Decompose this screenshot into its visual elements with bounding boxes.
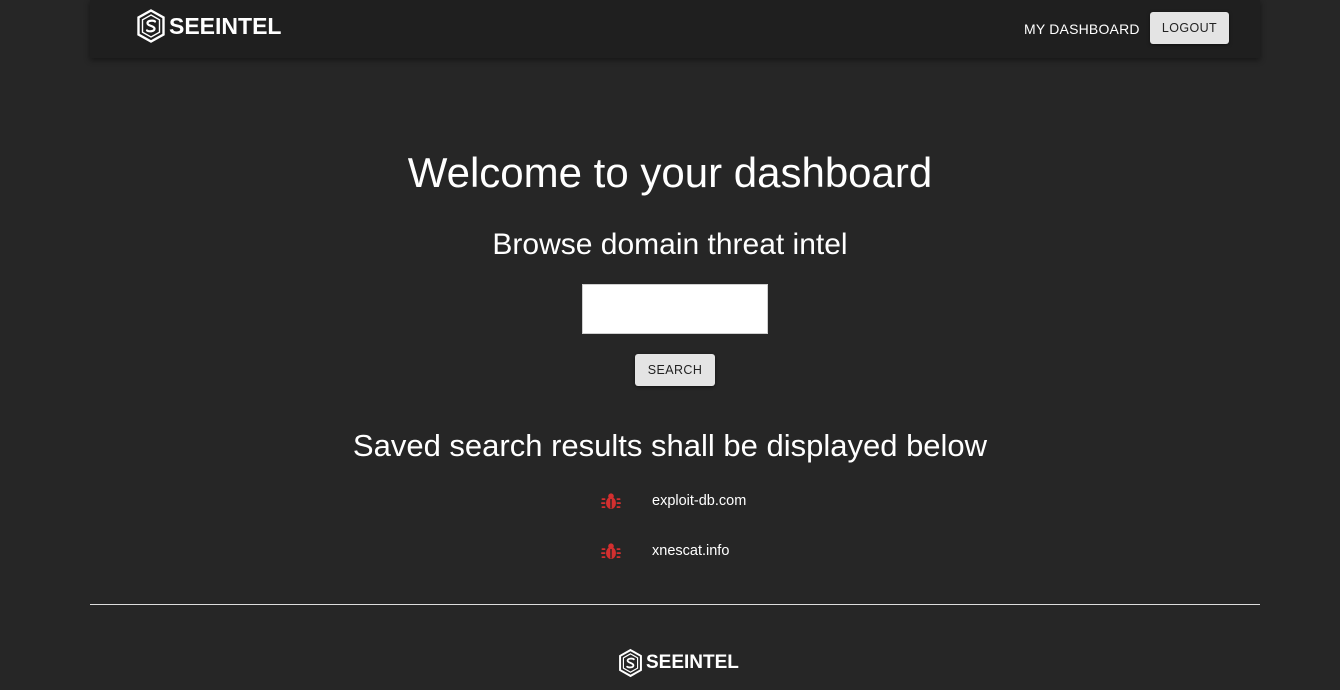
footer-brand: SEEINTEL xyxy=(618,647,739,679)
navbar: SEEINTEL MY DASHBOARD LOGOUT xyxy=(90,0,1260,58)
saved-result-item: xnescat.info xyxy=(600,538,746,564)
search-button[interactable]: SEARCH xyxy=(635,354,715,386)
saved-results-list: exploit-db.com xnescat.info xyxy=(600,488,746,588)
footer-divider xyxy=(90,604,1260,605)
footer-brand-name: SEEINTEL xyxy=(646,652,739,673)
saved-result-item: exploit-db.com xyxy=(600,488,746,514)
saved-result-link[interactable]: exploit-db.com xyxy=(652,490,746,512)
saved-result-link[interactable]: xnescat.info xyxy=(652,540,729,562)
browse-heading: Browse domain threat intel xyxy=(492,228,848,261)
saved-results-heading: Saved search results shall be displayed … xyxy=(352,428,988,463)
page: SEEINTEL MY DASHBOARD LOGOUT Welcome to … xyxy=(0,0,1340,690)
domain-search-input[interactable] xyxy=(582,284,768,334)
bug-icon xyxy=(601,543,621,559)
logout-button[interactable]: LOGOUT xyxy=(1150,12,1229,44)
page-title: Welcome to your dashboard xyxy=(407,149,933,196)
nav-my-dashboard-link[interactable]: MY DASHBOARD xyxy=(1024,20,1140,38)
brand-logo-link[interactable]: SEEINTEL xyxy=(136,8,281,44)
seeintel-logo-icon xyxy=(619,648,642,678)
bug-icon xyxy=(601,493,621,509)
brand-name: SEEINTEL xyxy=(169,13,282,39)
seeintel-logo-icon xyxy=(137,9,165,43)
